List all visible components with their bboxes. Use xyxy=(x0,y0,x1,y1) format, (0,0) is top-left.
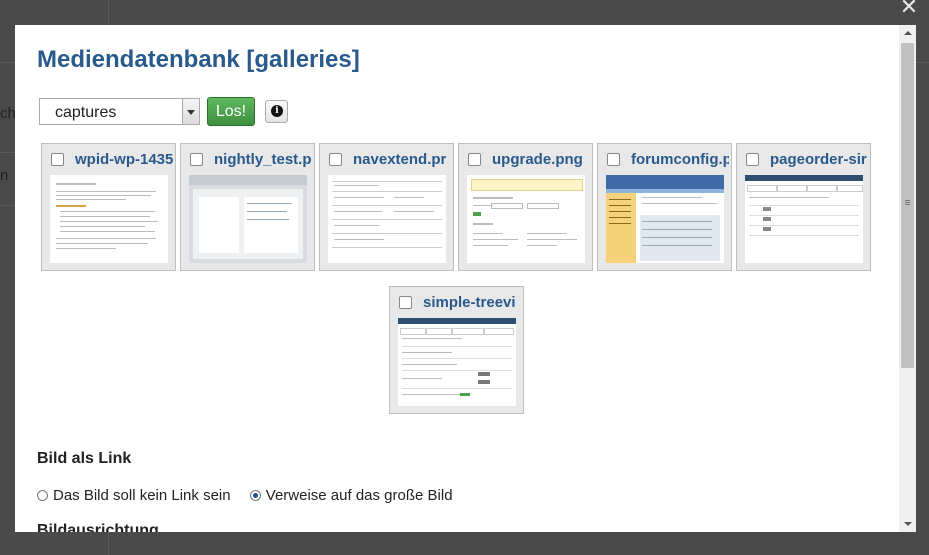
thumbnail-name: forumconfig.p xyxy=(631,151,729,168)
close-icon[interactable]: ✕ xyxy=(899,0,919,19)
thumbnail-name: wpid-wp-1435 xyxy=(75,151,173,168)
thumbnail-card[interactable]: simple-treevi xyxy=(389,286,524,414)
thumbnail-name: pageorder-sir xyxy=(770,151,867,168)
media-database-dialog: Mediendatenbank [galleries] captures Los… xyxy=(15,25,916,532)
info-button[interactable]: i xyxy=(265,100,288,123)
thumbnail-card[interactable]: upgrade.png xyxy=(458,143,593,271)
thumbnail-checkbox[interactable] xyxy=(190,153,203,166)
thumbnail-card[interactable]: nightly_test.p xyxy=(180,143,315,271)
thumbnail-image xyxy=(398,318,516,406)
thumbnail-image xyxy=(50,175,168,263)
thumbnail-image xyxy=(328,175,446,263)
scrollbar-thumb[interactable] xyxy=(901,43,914,368)
thumbnail-card[interactable]: pageorder-sir xyxy=(736,143,871,271)
thumbnail-checkbox[interactable] xyxy=(329,153,342,166)
vertical-scrollbar[interactable] xyxy=(899,25,916,532)
thumbnail-name: upgrade.png xyxy=(492,151,583,168)
alignment-section-heading: Bildausrichtung xyxy=(37,522,159,532)
thumbnail-image xyxy=(467,175,585,263)
page-title: Mediendatenbank [galleries] xyxy=(37,46,360,73)
link-options: Das Bild soll kein Link sein Verweise au… xyxy=(37,486,468,504)
thumbnail-image xyxy=(606,175,724,263)
thumbnail-card[interactable]: navextend.pr xyxy=(319,143,454,271)
scroll-up-arrow[interactable] xyxy=(899,25,916,42)
thumbnail-checkbox[interactable] xyxy=(399,296,412,309)
go-button[interactable]: Los! xyxy=(207,97,255,126)
thumbnail-checkbox[interactable] xyxy=(51,153,64,166)
thumbnail-checkbox[interactable] xyxy=(746,153,759,166)
thumbnail-card[interactable]: forumconfig.p xyxy=(597,143,732,271)
no-link-radio[interactable] xyxy=(37,489,48,501)
chevron-down-icon[interactable] xyxy=(182,99,199,124)
link-large-image-radio[interactable] xyxy=(249,489,261,501)
no-link-label[interactable]: Das Bild soll kein Link sein xyxy=(53,487,231,504)
folder-select[interactable]: captures xyxy=(39,98,200,125)
thumbnail-name: nightly_test.p xyxy=(214,151,312,168)
dialog-content: Mediendatenbank [galleries] captures Los… xyxy=(15,25,899,532)
background-text: n xyxy=(0,167,9,184)
scroll-grip-icon xyxy=(905,200,910,201)
info-icon: i xyxy=(271,105,283,117)
thumbnail-image xyxy=(745,175,863,263)
thumbnail-checkbox[interactable] xyxy=(607,153,620,166)
thumbnail-name: navextend.pr xyxy=(353,151,447,168)
link-large-image-label[interactable]: Verweise auf das große Bild xyxy=(266,487,453,504)
thumbnail-image xyxy=(189,175,307,263)
background-text: ch xyxy=(0,105,16,122)
folder-select-value: captures xyxy=(55,104,117,121)
link-section-heading: Bild als Link xyxy=(37,450,132,467)
scroll-down-arrow[interactable] xyxy=(899,515,916,532)
thumbnail-card[interactable]: wpid-wp-1435 xyxy=(41,143,176,271)
thumbnail-name: simple-treevi xyxy=(423,294,516,311)
thumbnail-checkbox[interactable] xyxy=(468,153,481,166)
